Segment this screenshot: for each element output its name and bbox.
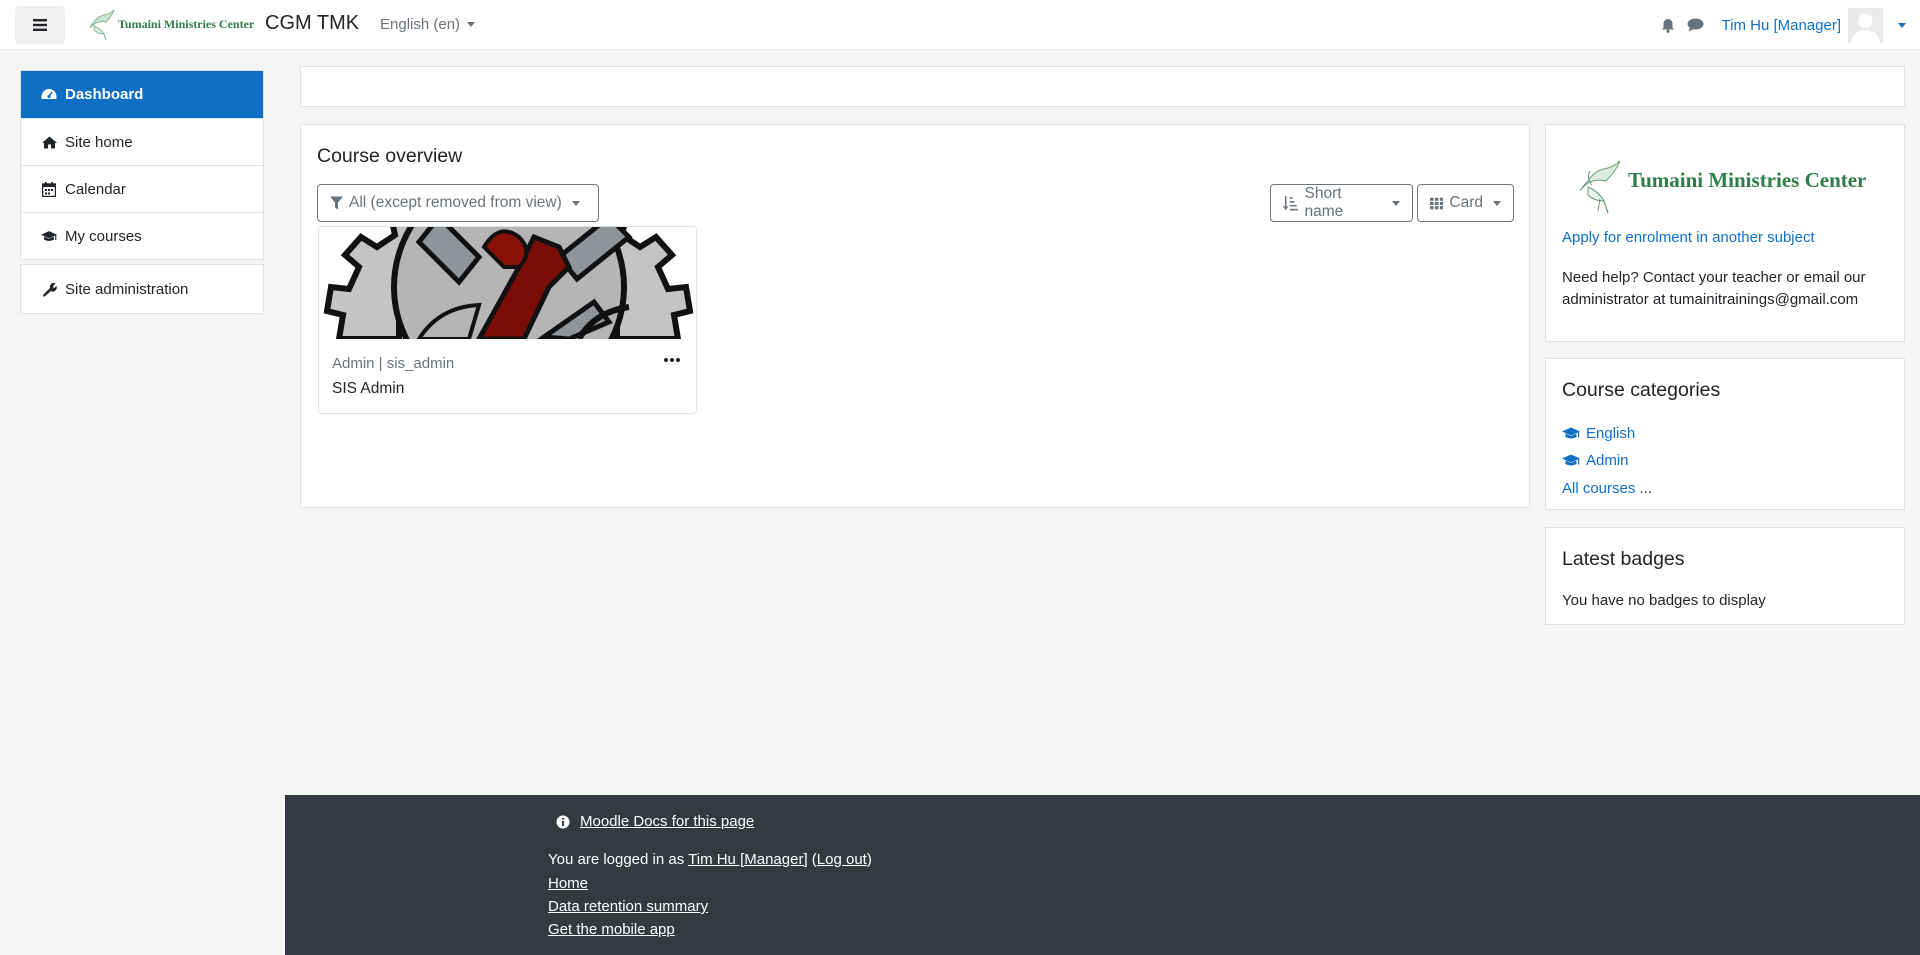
category-label: Admin [1586, 452, 1629, 469]
course-sort-dropdown[interactable]: Short name [1270, 184, 1413, 222]
drawer-admin-group: Site administration [20, 264, 264, 314]
course-actions-menu[interactable] [664, 358, 680, 362]
info-circle-icon [556, 815, 570, 828]
language-menu[interactable]: English (en) [380, 16, 476, 33]
html-block: Tumaini Ministries Center Apply for enro… [1545, 124, 1905, 342]
ellipsis-icon [676, 358, 680, 362]
graduation-cap-icon [41, 230, 57, 243]
all-courses-row: All courses ... [1562, 480, 1652, 497]
notification-bell-button[interactable] [1661, 18, 1675, 33]
data-retention-link[interactable]: Data retention summary [548, 898, 708, 915]
all-courses-ellipsis: ... [1639, 480, 1653, 497]
drawer-item-site-administration[interactable]: Site administration [21, 265, 263, 313]
dove-logo-icon [1579, 160, 1621, 214]
drawer-item-label: Site home [65, 133, 133, 151]
nav-drawer: Dashboard Site home Calendar My courses … [20, 70, 264, 314]
mobile-app-link[interactable]: Get the mobile app [548, 921, 675, 938]
drawer-item-calendar[interactable]: Calendar [21, 165, 263, 212]
course-categories-block: Course categories English Admin All cour… [1545, 358, 1905, 510]
course-overview-block: Course overview All (except removed from… [300, 124, 1530, 508]
category-label: English [1586, 425, 1636, 442]
sort-icon [1283, 195, 1299, 210]
user-menu-caret-icon[interactable] [1898, 22, 1906, 28]
drawer-item-site-home[interactable]: Site home [21, 118, 263, 165]
drawer-main-group: Dashboard Site home Calendar My courses [20, 70, 264, 260]
no-badges-text: You have no badges to display [1562, 592, 1766, 609]
course-category: Admin | sis_admin [332, 355, 455, 372]
latest-badges-title: Latest badges [1562, 548, 1685, 570]
user-avatar-icon [1848, 7, 1883, 43]
chevron-down-icon [1392, 200, 1400, 206]
logged-in-info: You are logged in as Tim Hu [Manager] (L… [548, 851, 872, 868]
calendar-icon [41, 181, 57, 197]
language-label: English (en) [380, 16, 461, 33]
grid-icon [1430, 197, 1444, 209]
footer-home-link[interactable]: Home [548, 875, 588, 892]
drawer-item-label: Dashboard [65, 86, 144, 103]
wrench-icon [41, 282, 57, 297]
drawer-item-label: Calendar [65, 180, 126, 198]
graduation-cap-icon [1562, 454, 1580, 466]
logout-open-paren: ( [807, 851, 817, 868]
dashboard-icon [41, 88, 57, 102]
view-label: Card [1449, 194, 1483, 211]
bell-icon [1661, 18, 1674, 33]
footer-user-link[interactable]: Tim Hu [Manager] [688, 851, 807, 868]
filter-icon [330, 196, 343, 210]
user-nav: Tim Hu [Manager] [1661, 0, 1920, 50]
filter-label: All (except removed from view) [349, 194, 562, 211]
moodle-docs-row: Moodle Docs for this page [556, 813, 754, 830]
logout-link[interactable]: Log out [817, 851, 867, 868]
brand-logo[interactable]: Tumaini Ministries Center [86, 6, 254, 42]
logged-in-prefix: You are logged in as [548, 851, 689, 868]
user-menu-name[interactable]: Tim Hu [Manager] [1722, 17, 1841, 34]
site-name[interactable]: CGM TMK [265, 12, 359, 35]
home-icon [41, 136, 57, 149]
logout-close-paren: ) [866, 851, 872, 868]
latest-badges-block: Latest badges You have no badges to disp… [1545, 527, 1905, 625]
help-text: Need help? Contact your teacher or email… [1562, 269, 1866, 308]
course-filter-dropdown[interactable]: All (except removed from view) [317, 184, 599, 222]
drawer-item-dashboard[interactable]: Dashboard [21, 71, 263, 118]
menu-icon [33, 19, 47, 31]
moodle-docs-link[interactable]: Moodle Docs for this page [580, 813, 754, 830]
course-image[interactable] [319, 227, 696, 339]
course-categories-title: Course categories [1562, 379, 1721, 401]
hamburger-menu-button[interactable] [15, 6, 65, 44]
ellipsis-icon [670, 358, 674, 362]
chevron-down-icon [571, 200, 580, 206]
graduation-cap-icon [1562, 427, 1580, 439]
course-name-link[interactable]: SIS Admin [332, 380, 404, 398]
sort-label: Short name [1304, 185, 1344, 220]
dove-logo-icon [89, 9, 115, 41]
brand-logo-text: Tumaini Ministries Center [118, 16, 255, 31]
drawer-item-my-courses[interactable]: My courses [21, 212, 263, 259]
course-card[interactable]: Admin | sis_admin SIS Admin [318, 226, 697, 414]
center-logo-text: Tumaini Ministries Center [1628, 167, 1867, 192]
ellipsis-icon [664, 358, 668, 362]
page-header-region [300, 66, 1905, 107]
category-link-english[interactable]: English [1562, 425, 1635, 442]
drawer-item-label: Site administration [65, 280, 189, 298]
page-footer: Moodle Docs for this page You are logged… [285, 795, 1920, 955]
drawer-item-label: My courses [65, 227, 142, 245]
center-logo: Tumaini Ministries Center [1576, 155, 1866, 215]
messages-button[interactable] [1687, 18, 1704, 32]
comment-icon [1687, 18, 1704, 32]
apply-enrolment-link[interactable]: Apply for enrolment in another subject [1562, 229, 1815, 246]
chevron-down-icon [467, 22, 476, 27]
navbar: Tumaini Ministries Center CGM TMK Englis… [0, 0, 1920, 50]
course-overview-title: Course overview [317, 145, 463, 167]
course-gear-image [319, 227, 696, 339]
category-link-admin[interactable]: Admin [1562, 452, 1629, 469]
all-courses-link[interactable]: All courses [1562, 480, 1635, 497]
avatar[interactable] [1848, 7, 1883, 43]
chevron-down-icon [1493, 200, 1501, 206]
course-view-dropdown[interactable]: Card [1417, 184, 1514, 222]
